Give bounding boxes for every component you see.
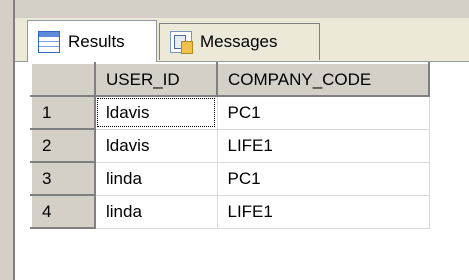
column-header-user-id[interactable]: USER_ID (94, 62, 218, 97)
table-row: 4 linda LIFE1 (30, 194, 430, 229)
tab-results-label: Results (68, 31, 125, 51)
cell-user-id[interactable]: ldavis (94, 128, 218, 163)
cell-user-id[interactable]: ldavis (94, 95, 218, 130)
grid-header-row: USER_ID COMPANY_CODE (30, 62, 430, 97)
row-number[interactable]: 2 (30, 128, 96, 163)
cell-user-id[interactable]: linda (94, 161, 218, 196)
row-number[interactable]: 4 (30, 194, 96, 229)
cell-company-code[interactable]: LIFE1 (216, 128, 430, 163)
results-grid: USER_ID COMPANY_CODE 1 ldavis PC1 2 ldav… (30, 62, 430, 229)
tab-results[interactable]: Results (27, 20, 157, 62)
row-number[interactable]: 3 (30, 161, 96, 196)
tab-messages[interactable]: Messages (159, 23, 320, 60)
cell-company-code[interactable]: PC1 (216, 161, 430, 196)
cell-company-code[interactable]: LIFE1 (216, 194, 430, 229)
cell-user-id[interactable]: linda (94, 194, 218, 229)
left-panel-border (0, 0, 13, 280)
table-row: 2 ldavis LIFE1 (30, 128, 430, 163)
table-row: 1 ldavis PC1 (30, 95, 430, 130)
results-grid-icon (38, 30, 60, 53)
row-number[interactable]: 1 (30, 95, 96, 130)
messages-icon (170, 31, 193, 54)
column-header-company-code[interactable]: COMPANY_CODE (216, 62, 430, 97)
table-row: 3 linda PC1 (30, 161, 430, 196)
top-toolbar-strip (15, 0, 469, 18)
grid-corner-header[interactable] (30, 62, 96, 97)
tab-messages-label: Messages (200, 32, 278, 51)
cell-company-code[interactable]: PC1 (216, 95, 430, 130)
